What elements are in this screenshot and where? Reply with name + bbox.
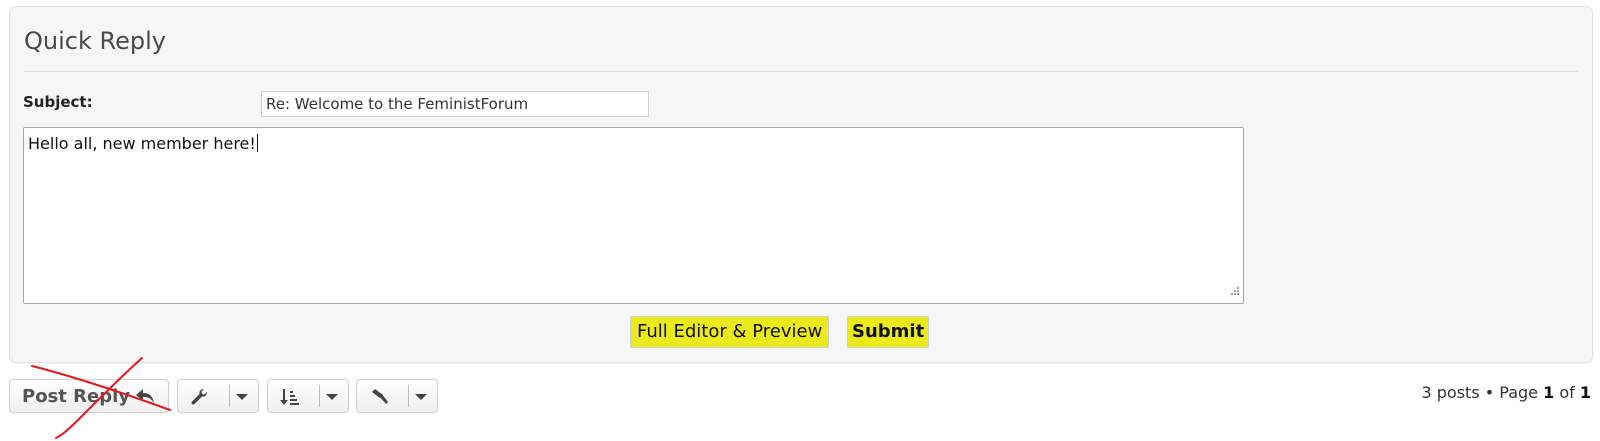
message-textarea[interactable]: Hello all, new member here! [23,127,1244,304]
moderator-hammer-icon [372,389,388,404]
sort-icon [280,389,299,405]
separator-dot: • [1484,383,1495,402]
moderator-tools-button[interactable] [356,379,438,413]
page-word: Page [1499,383,1539,402]
panel-title: Quick Reply [24,27,166,55]
chevron-down-icon[interactable] [326,394,338,400]
button-separator [229,385,230,407]
post-reply-label: Post Reply [22,386,130,407]
subject-label: Subject: [23,93,93,111]
sort-button[interactable] [267,379,349,413]
wrench-icon [191,389,207,405]
chevron-down-icon[interactable] [236,394,248,400]
divider [24,71,1578,72]
button-separator [319,385,320,407]
resize-grip-icon[interactable] [1230,287,1240,297]
topic-tools-button[interactable] [177,379,259,413]
full-editor-preview-button[interactable]: Full Editor & Preview [630,316,830,348]
button-separator [408,385,409,407]
chevron-down-icon[interactable] [415,394,427,400]
post-count: 3 posts [1421,383,1480,402]
quick-reply-panel: Quick Reply Subject: Hello all, new memb… [9,6,1593,363]
pagination-info: 3 posts • Page 1 of 1 [1422,383,1592,402]
submit-button[interactable]: Submit [847,316,930,348]
text-cursor [256,134,258,152]
post-reply-button[interactable]: Post Reply [9,379,169,413]
action-bar: Post Reply 3 posts • Page 1 of 1 [0,365,1600,441]
total-pages: 1 [1579,383,1591,402]
message-text: Hello all, new member here! [28,134,256,153]
reply-icon [136,389,154,403]
current-page: 1 [1543,383,1555,402]
of-word: of [1559,383,1575,402]
subject-input[interactable] [261,91,649,117]
